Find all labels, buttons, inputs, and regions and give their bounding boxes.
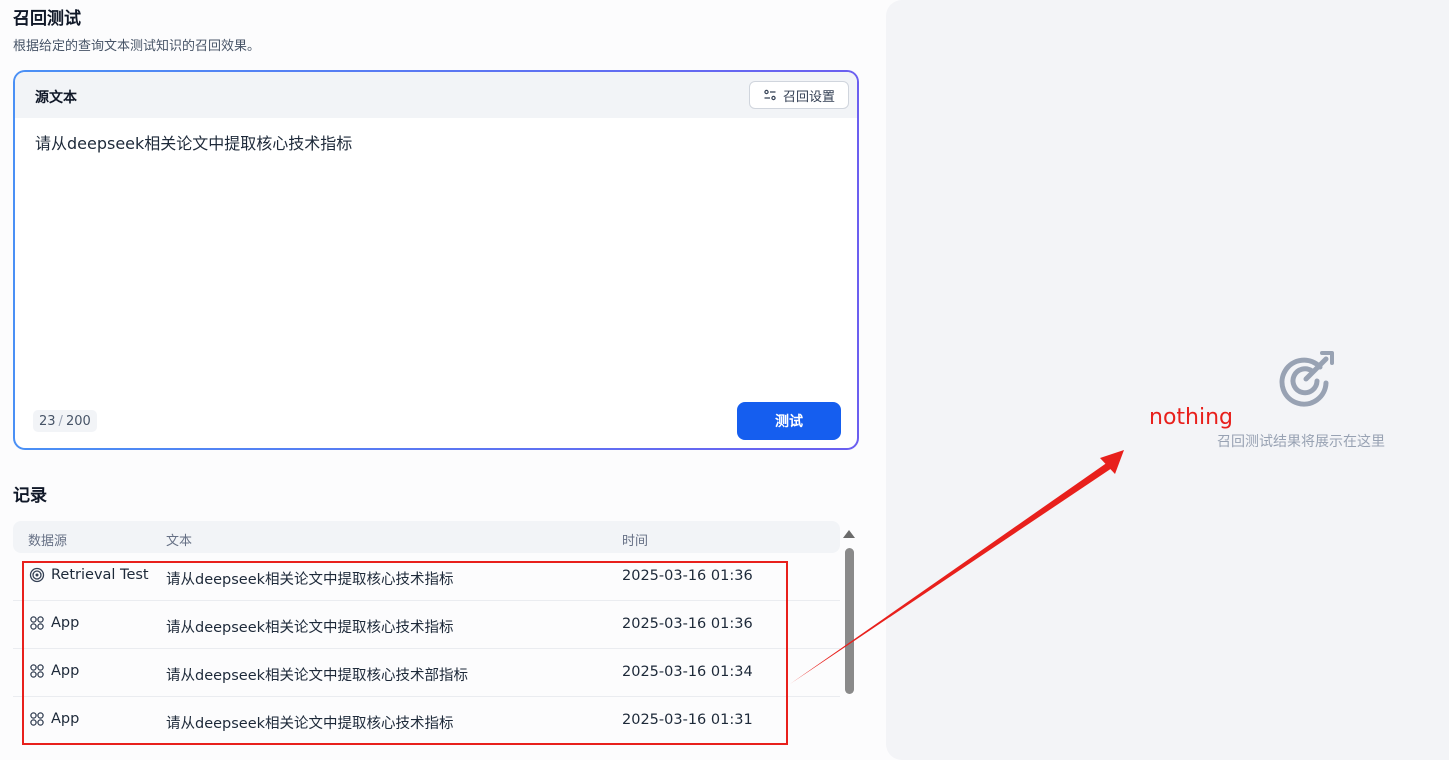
annotation-text: nothing — [1149, 405, 1233, 430]
scroll-up-arrow[interactable] — [843, 530, 855, 538]
row-source: App — [29, 615, 79, 631]
query-textarea[interactable]: 请从deepseek相关论文中提取核心技术指标 — [35, 130, 352, 154]
retrieval-settings-label: 召回设置 — [782, 89, 835, 105]
page-description: 根据给定的查询文本测试知识的召回效果。 — [13, 39, 261, 54]
retrieval-settings-button[interactable]: 召回设置 — [749, 81, 849, 109]
row-source-label: Retrieval Test — [51, 567, 149, 583]
column-text: 文本 — [166, 534, 193, 549]
row-text: 请从deepseek相关论文中提取核心技术指标 — [166, 620, 454, 636]
editor-body: 源文本 召回设置 请从deepseek相关论文中提取核心技术指标 23 / 20… — [15, 72, 857, 448]
records-title: 记录 — [13, 486, 47, 506]
app-grid-icon — [30, 712, 44, 726]
test-button[interactable]: 测试 — [737, 402, 841, 440]
row-source: Retrieval Test — [29, 567, 149, 583]
row-time: 2025-03-16 01:31 — [622, 712, 753, 728]
target-icon — [29, 567, 45, 583]
row-text: 请从deepseek相关论文中提取核心技术指标 — [166, 572, 454, 588]
row-source: App — [29, 663, 79, 679]
row-source-label: App — [51, 711, 80, 727]
target-arrow-icon — [1279, 351, 1334, 407]
char-counter: 23 / 200 — [33, 410, 97, 432]
row-source-label: App — [51, 663, 80, 679]
row-time: 2025-03-16 01:36 — [622, 616, 753, 632]
settings-sliders-icon — [764, 89, 776, 101]
row-text: 请从deepseek相关论文中提取核心技术指标 — [166, 716, 454, 732]
column-time: 时间 — [622, 534, 649, 549]
source-text-editor: 源文本 召回设置 请从deepseek相关论文中提取核心技术指标 23 / 20… — [13, 70, 859, 450]
editor-label: 源文本 — [35, 90, 77, 106]
table-row[interactable]: App 请从deepseek相关论文中提取核心技术指标 2025-03-16 0… — [13, 697, 840, 744]
table-header: 数据源 文本 时间 — [13, 521, 840, 553]
results-panel — [886, 0, 1449, 760]
row-time: 2025-03-16 01:36 — [622, 568, 753, 584]
table-row[interactable]: App 请从deepseek相关论文中提取核心技术指标 2025-03-16 0… — [13, 601, 840, 649]
column-source: 数据源 — [28, 534, 68, 549]
app-grid-icon — [30, 664, 44, 678]
row-time: 2025-03-16 01:34 — [622, 664, 753, 680]
row-source: App — [29, 711, 79, 727]
app-grid-icon — [30, 616, 44, 630]
records-table: 数据源 文本 时间 Retrieval Test 请从deepseek相关论文中… — [13, 521, 840, 744]
row-text: 请从deepseek相关论文中提取核心技术部指标 — [166, 668, 469, 684]
empty-results-text: 召回测试结果将展示在这里 — [1217, 434, 1385, 450]
scrollbar-thumb[interactable] — [845, 548, 854, 694]
row-source-label: App — [51, 615, 80, 631]
table-row[interactable]: App 请从deepseek相关论文中提取核心技术部指标 2025-03-16 … — [13, 649, 840, 697]
char-max: 200 — [65, 413, 91, 429]
table-row[interactable]: Retrieval Test 请从deepseek相关论文中提取核心技术指标 2… — [13, 553, 840, 601]
left-pane: 召回测试 根据给定的查询文本测试知识的召回效果。 源文本 召回设置 请从deep… — [0, 0, 870, 743]
editor-header: 源文本 召回设置 — [15, 72, 857, 118]
char-count: 23 — [39, 413, 56, 429]
char-count-separator: / — [58, 413, 63, 429]
page-title: 召回测试 — [13, 9, 81, 29]
